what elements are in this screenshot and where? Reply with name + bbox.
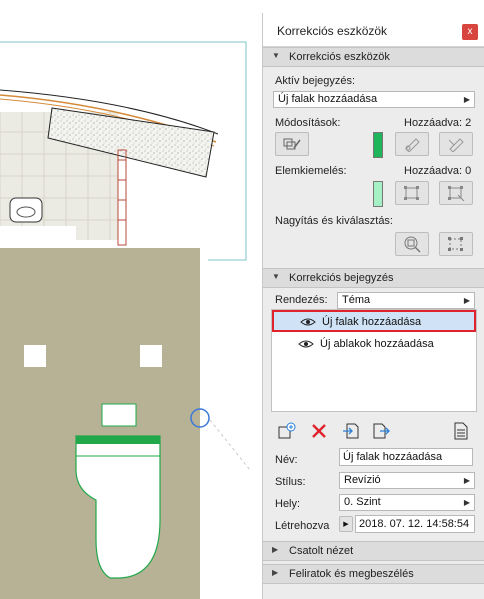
- import-icon: [343, 423, 359, 439]
- magnifier-icon: [404, 236, 421, 253]
- add-highlight-button[interactable]: [395, 181, 429, 205]
- list-item-label: Új falak hozzáadása: [322, 316, 422, 328]
- select-elements-icon: [448, 237, 463, 251]
- section-entry-header[interactable]: ▼ Korrekciós bejegyzés: [263, 268, 484, 288]
- play-arrow-icon: ▶: [343, 521, 349, 528]
- place-dropdown[interactable]: 0. Szint ▶: [339, 494, 475, 511]
- eye-icon[interactable]: [298, 339, 314, 349]
- name-label: Név:: [275, 454, 298, 466]
- export-entry-button[interactable]: [371, 421, 391, 441]
- dropdown-arrow-icon: ▶: [463, 296, 470, 305]
- add-element-icon: [283, 138, 301, 150]
- import-entry-button[interactable]: [341, 421, 361, 441]
- name-value: Új falak hozzáadása: [343, 451, 443, 463]
- created-label: Létrehozva: [275, 520, 330, 532]
- correction-tools-palette: Korrekciós eszközök x ▼ Korrekciós eszkö…: [262, 13, 484, 599]
- section-notes-title: Feliratok és megbeszélés: [289, 568, 414, 580]
- created-value: 2018. 07. 12. 14:58:54: [359, 518, 470, 530]
- list-item[interactable]: Új falak hozzáadása: [272, 310, 476, 332]
- floor-opening: [140, 345, 162, 367]
- collapse-triangle-icon: ▼: [272, 51, 280, 60]
- dropdown-arrow-icon: ▶: [463, 498, 470, 507]
- floor-opening: [24, 345, 46, 367]
- active-entry-value: Új falak hozzáadása: [278, 93, 378, 105]
- palette-title: Korrekciós eszközök: [277, 24, 388, 38]
- name-input[interactable]: Új falak hozzáadása: [339, 448, 473, 466]
- modification-color-swatch[interactable]: [373, 132, 383, 158]
- place-label: Hely:: [275, 498, 301, 510]
- dropdown-arrow-icon: ▶: [463, 476, 470, 485]
- place-value: 0. Szint: [344, 496, 381, 508]
- sorting-label: Rendezés:: [275, 294, 328, 306]
- highlight-remove-icon: [448, 186, 465, 201]
- modifications-label: Módosítások:: [275, 117, 341, 129]
- pencil-remove-icon: [448, 138, 464, 152]
- collapse-triangle-icon: ▼: [272, 272, 280, 281]
- active-entry-label: Aktív bejegyzés:: [275, 75, 356, 87]
- highlights-label: Elemkiemelés:: [275, 165, 347, 177]
- add-modification-button[interactable]: [275, 132, 309, 156]
- palette-titlebar: Korrekciós eszközök x: [263, 13, 484, 47]
- section-linked-view-header[interactable]: ▶ Csatolt nézet: [263, 541, 484, 561]
- active-entry-dropdown[interactable]: Új falak hozzáadása ▶: [273, 91, 475, 108]
- highlight-color-swatch[interactable]: [373, 181, 383, 207]
- section-tools-title: Korrekciós eszközök: [289, 51, 390, 63]
- select-elements-button[interactable]: [439, 232, 473, 256]
- created-field: 2018. 07. 12. 14:58:54: [355, 515, 475, 533]
- section-entry-title: Korrekciós bejegyzés: [289, 272, 394, 284]
- sink-fixture: [9, 197, 43, 223]
- delete-entry-button[interactable]: [309, 421, 329, 441]
- floor-opening: [101, 403, 137, 427]
- created-expand-button[interactable]: ▶: [339, 516, 353, 532]
- edit-modification-button[interactable]: [395, 132, 429, 156]
- new-entry-button[interactable]: [277, 421, 297, 441]
- section-tools-header[interactable]: ▼ Korrekciós eszközök: [263, 47, 484, 67]
- remove-modification-button[interactable]: [439, 132, 473, 156]
- section-notes-header[interactable]: ▶ Feliratok és megbeszélés: [263, 564, 484, 584]
- sorting-dropdown[interactable]: Téma ▶: [337, 292, 475, 309]
- export-icon: [373, 423, 390, 439]
- expand-triangle-icon: ▶: [272, 545, 279, 554]
- zoom-select-label: Nagyítás és kiválasztás:: [275, 215, 393, 227]
- style-label: Stílus:: [275, 476, 306, 488]
- floor-plan-drawing: [0, 41, 251, 599]
- modifications-count: Hozzáadva: 2: [404, 117, 472, 129]
- new-entry-icon: [278, 422, 296, 439]
- floor-plan-canvas[interactable]: [0, 0, 262, 599]
- list-item-label: Új ablakok hozzáadása: [320, 338, 434, 350]
- entries-list[interactable]: Új falak hozzáadása Új ablakok hozzáadás…: [271, 309, 477, 412]
- document-icon: [454, 422, 468, 440]
- new-wall: [117, 149, 127, 246]
- style-value: Revízió: [344, 474, 381, 486]
- report-button[interactable]: [451, 421, 471, 441]
- close-button[interactable]: x: [462, 24, 478, 40]
- eye-icon[interactable]: [300, 317, 316, 327]
- pencil-icon: [405, 138, 420, 152]
- expand-triangle-icon: ▶: [272, 568, 279, 577]
- highlight-add-icon: [404, 186, 419, 200]
- sorting-value: Téma: [342, 294, 371, 306]
- style-dropdown[interactable]: Revízió ▶: [339, 472, 475, 489]
- highlights-count: Hozzáadva: 0: [404, 165, 472, 177]
- section-linked-view-title: Csatolt nézet: [289, 545, 354, 557]
- list-item[interactable]: Új ablakok hozzáadása: [272, 334, 476, 356]
- delete-icon: [312, 424, 326, 438]
- remove-highlight-button[interactable]: [439, 181, 473, 205]
- zoom-button[interactable]: [395, 232, 429, 256]
- dropdown-arrow-icon: ▶: [463, 95, 470, 104]
